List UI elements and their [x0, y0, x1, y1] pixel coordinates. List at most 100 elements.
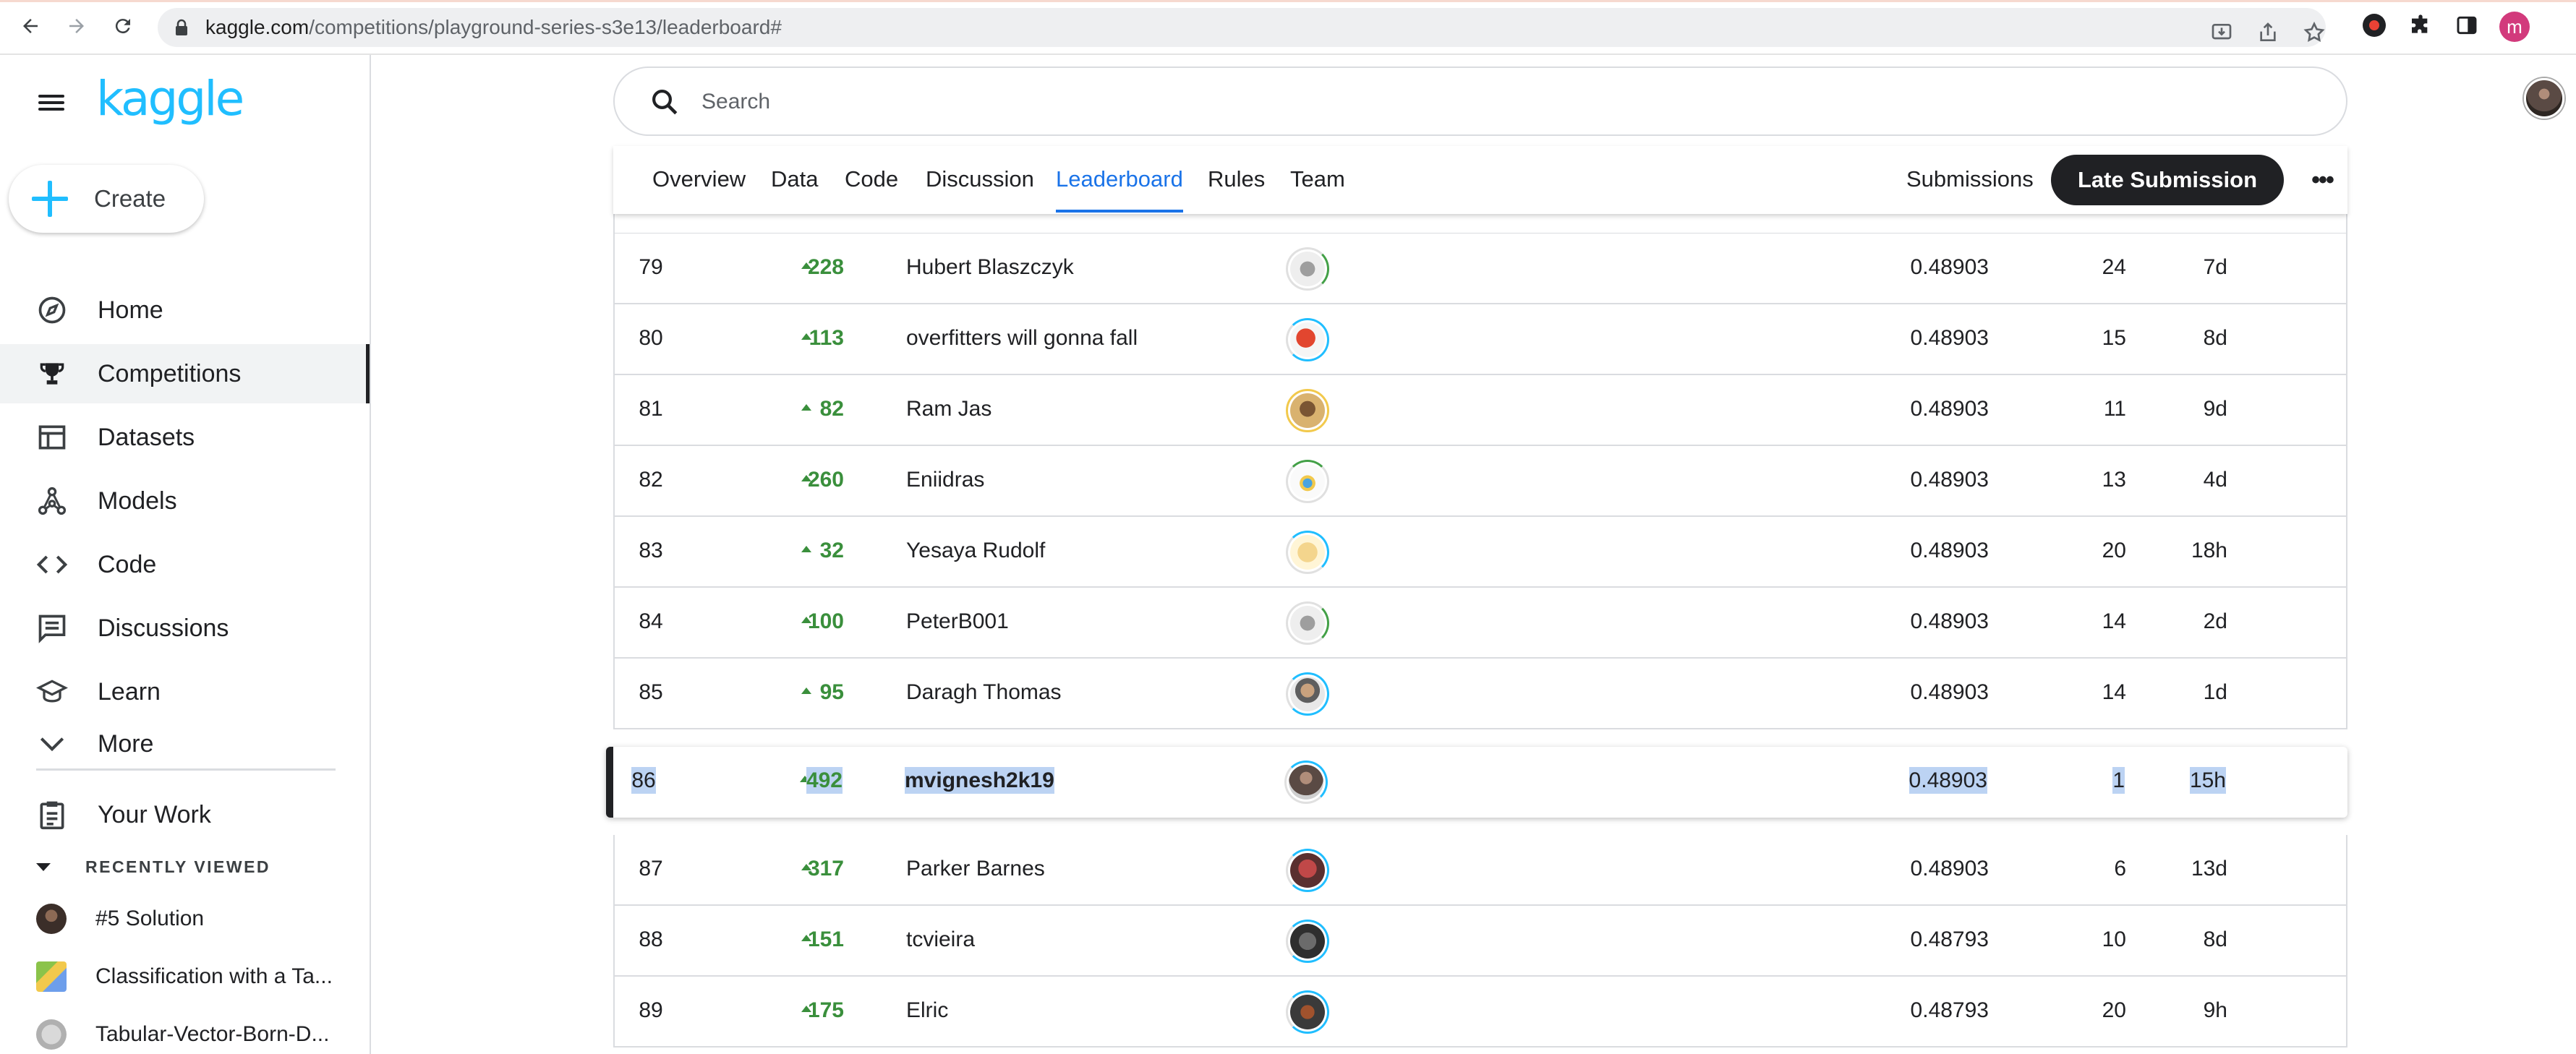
install-app-icon[interactable] [2210, 21, 2233, 44]
team-name[interactable]: Parker Barnes [906, 857, 1045, 881]
team-avatar[interactable] [1286, 247, 1329, 291]
last-submission: 9d [2203, 397, 2227, 421]
sidebar-item-models[interactable]: Models [0, 471, 370, 531]
tab-code[interactable]: Code [845, 166, 898, 192]
back-icon[interactable] [16, 12, 45, 40]
score: 0.48903 [1910, 680, 1989, 704]
my-leaderboard-row[interactable]: 86 492 mvignesh2k19 0.48903 1 15h [606, 747, 2347, 818]
team-name[interactable]: Eniidras [906, 468, 984, 492]
leaderboard-row[interactable]: 87 317 Parker Barnes 0.48903 6 13d [613, 835, 2347, 906]
team-name[interactable]: Yesaya Rudolf [906, 539, 1045, 563]
user-avatar[interactable] [2524, 78, 2564, 119]
rank: 86 [607, 767, 680, 794]
recent-item[interactable]: #5 Solution [36, 904, 204, 934]
team-name[interactable]: overfitters will gonna fall [906, 326, 1138, 351]
submissions-link[interactable]: Submissions [1906, 166, 2034, 192]
extensions-puzzle-icon[interactable] [2407, 12, 2434, 39]
url-domain: kaggle.com [205, 16, 310, 38]
team-avatar[interactable] [1286, 920, 1329, 963]
team-avatar[interactable] [1284, 760, 1328, 804]
team-name[interactable]: Elric [906, 998, 948, 1023]
forward-icon[interactable] [62, 12, 91, 40]
recent-thumbnail [36, 1019, 67, 1050]
tab-overview[interactable]: Overview [652, 166, 746, 192]
team-name[interactable]: Ram Jas [906, 397, 991, 421]
browser-profile-avatar[interactable]: m [2499, 12, 2530, 42]
team-name[interactable]: PeterB001 [906, 609, 1009, 634]
rank: 81 [639, 397, 663, 421]
sidebar-item-learn[interactable]: Learn [0, 662, 370, 721]
bookmark-star-icon[interactable] [2303, 21, 2326, 44]
team-avatar[interactable] [1286, 389, 1329, 432]
sidebar-item-code[interactable]: Code [0, 535, 370, 594]
leaderboard-row[interactable]: 82 260 Eniidras 0.48903 13 4d [613, 446, 2347, 517]
page-load-indicator [0, 0, 2576, 2]
sidebar-item-label: Models [98, 487, 177, 515]
tab-data[interactable]: Data [771, 166, 818, 192]
team-avatar[interactable] [1286, 849, 1329, 892]
menu-icon[interactable] [36, 91, 67, 114]
rank-change: 317 [807, 857, 844, 881]
entries: 14 [2102, 609, 2126, 633]
rank: 80 [639, 326, 663, 350]
recent-item-label: Classification with a Ta... [95, 964, 333, 988]
entries: 20 [2102, 998, 2126, 1022]
side-panel-icon[interactable] [2453, 12, 2481, 39]
chevron-down-icon [36, 728, 68, 760]
sidebar-item-label: Code [98, 550, 157, 578]
tab-team[interactable]: Team [1290, 166, 1345, 192]
kaggle-logo[interactable]: kaggle [96, 71, 244, 127]
leaderboard-row[interactable]: 88 151 tcvieira 0.48793 10 8d [613, 906, 2347, 977]
leaderboard-row[interactable]: 83 32 Yesaya Rudolf 0.48903 20 18h [613, 517, 2347, 588]
create-label: Create [94, 185, 166, 212]
team-avatar[interactable] [1286, 318, 1329, 361]
leaderboard-row[interactable]: 89 175 Elric 0.48793 20 9h [613, 977, 2347, 1047]
leaderboard-row[interactable]: 84 100 PeterB001 0.48903 14 2d [613, 588, 2347, 659]
team-avatar[interactable] [1286, 601, 1329, 645]
entries: 10 [2102, 927, 2126, 951]
discussion-icon [36, 612, 68, 644]
score: 0.48793 [1910, 927, 1989, 951]
team-name: mvignesh2k19 [905, 767, 1054, 794]
trophy-icon [36, 358, 68, 390]
tab-leaderboard[interactable]: Leaderboard [1056, 166, 1183, 213]
site-search [613, 67, 2347, 136]
recent-item[interactable]: Classification with a Ta... [36, 961, 333, 992]
reload-icon[interactable] [108, 12, 137, 40]
address-bar[interactable]: kaggle.com/competitions/playground-serie… [158, 8, 2326, 47]
rank: 79 [639, 255, 663, 279]
entries: 11 [2103, 397, 2126, 421]
rank-change: 82 [819, 397, 844, 421]
team-avatar[interactable] [1286, 531, 1329, 574]
leaderboard-row[interactable]: 81 82 Ram Jas 0.48903 11 9d [613, 375, 2347, 446]
late-submission-button[interactable]: Late Submission [2051, 155, 2284, 205]
sidebar-item-your-work[interactable]: Your Work [0, 785, 370, 844]
create-button[interactable]: Create [9, 165, 204, 233]
leaderboard-row[interactable]: 80 113 overfitters will gonna fall 0.48903 1… [613, 304, 2347, 375]
recently-viewed-header[interactable]: RECENTLY VIEWED [36, 857, 270, 877]
sidebar-item-home[interactable]: Home [0, 280, 370, 340]
recent-item[interactable]: Tabular-Vector-Born-D... [36, 1019, 329, 1050]
table-icon [36, 421, 68, 453]
sidebar-item-datasets[interactable]: Datasets [0, 408, 370, 467]
team-name[interactable]: Hubert Blaszczyk [906, 255, 1074, 280]
share-icon[interactable] [2256, 21, 2279, 44]
tab-discussion[interactable]: Discussion [926, 166, 1034, 192]
sidebar-item-competitions[interactable]: Competitions [0, 344, 370, 403]
sidebar-item-more[interactable]: More [0, 726, 370, 762]
search-input[interactable] [701, 87, 2293, 117]
sidebar-item-discussions[interactable]: Discussions [0, 599, 370, 658]
score: 0.48903 [1910, 326, 1989, 350]
team-name[interactable]: tcvieira [906, 927, 975, 952]
team-avatar[interactable] [1286, 460, 1329, 503]
team-name[interactable]: Daragh Thomas [906, 680, 1062, 705]
tab-rules[interactable]: Rules [1208, 166, 1265, 192]
extension-record-icon[interactable] [2360, 12, 2388, 39]
recent-thumbnail [36, 904, 67, 934]
leaderboard-row[interactable]: 85 95 Daragh Thomas 0.48903 14 1d [613, 659, 2347, 729]
team-avatar[interactable] [1286, 990, 1329, 1034]
leaderboard-row[interactable]: 79 228 Hubert Blaszczyk 0.48903 24 7d [613, 233, 2347, 304]
team-avatar[interactable] [1286, 672, 1329, 716]
more-options-icon[interactable]: ••• [2306, 163, 2339, 197]
sidebar-item-label: Home [98, 296, 163, 324]
